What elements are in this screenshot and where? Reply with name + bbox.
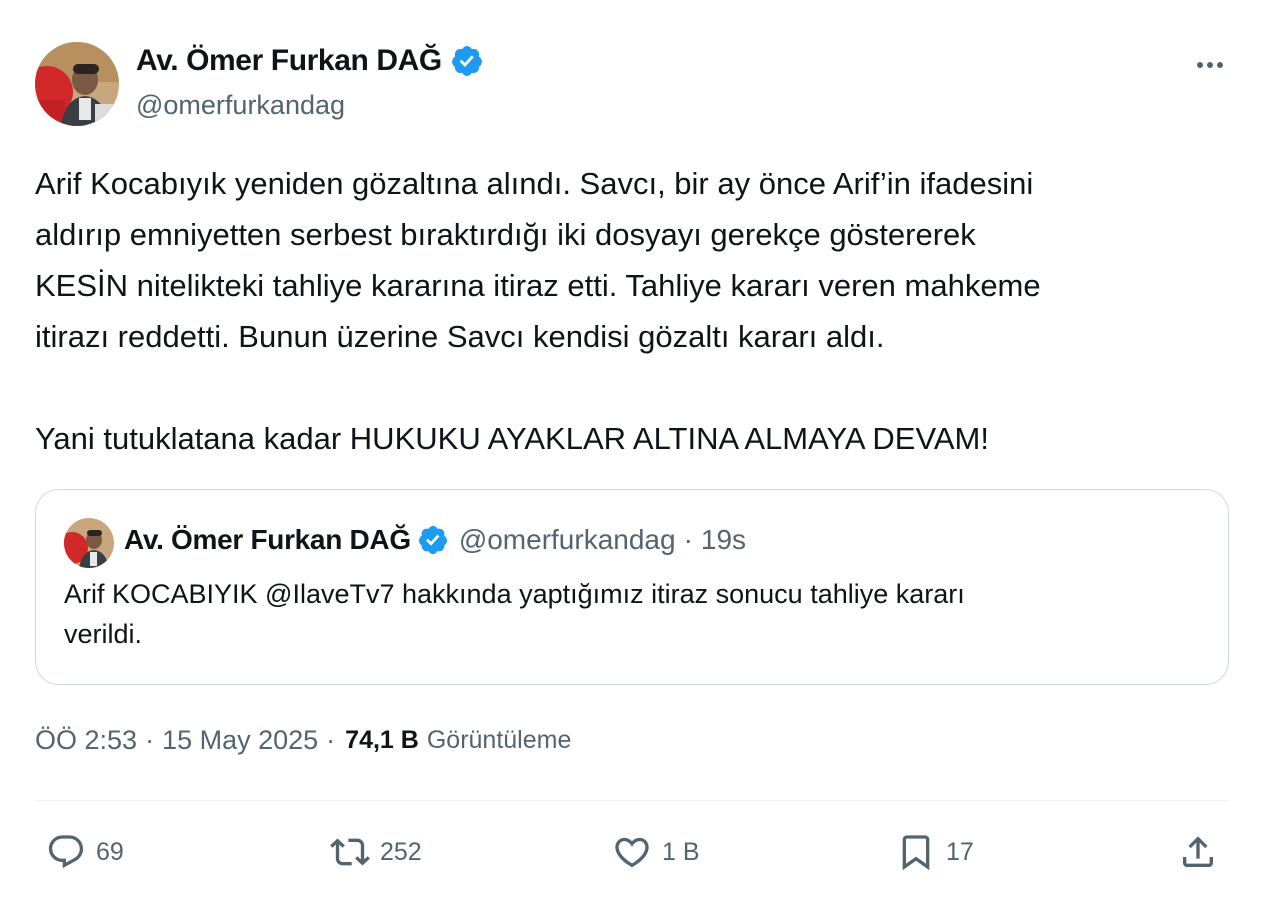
action-bar: 69 252 1 B 17 (0, 826, 1280, 878)
quoted-author-handle: @omerfurkandag (458, 524, 676, 555)
tweet-date[interactable]: 15 May 2025 (162, 725, 318, 756)
quoted-tweet[interactable]: Av. Ömer Furkan DAĞ @omerfurkandag · 19s… (35, 489, 1229, 685)
meta-separator: · (326, 725, 336, 755)
reply-button[interactable]: 69 (46, 826, 124, 878)
more-dot (1217, 62, 1223, 68)
tweet-line: Arif Kocabıyık yeniden gözaltına alındı.… (35, 166, 1034, 201)
quoted-separator: · (683, 524, 693, 555)
bookmark-button[interactable]: 17 (896, 826, 974, 878)
author-name[interactable]: Av. Ömer Furkan DAĞ (136, 44, 484, 78)
repost-button[interactable]: 252 (330, 826, 422, 878)
bookmark-count: 17 (946, 837, 974, 866)
quoted-text: Arif KOCABIYIK @IlaveTv7 hakkında yaptığ… (64, 574, 1204, 654)
bookmark-icon (902, 835, 930, 871)
tweet-line: KESİN nitelikteki tahliye kararına itira… (35, 268, 1041, 303)
quoted-author-name: Av. Ömer Furkan DAĞ (124, 524, 411, 555)
reply-count: 69 (96, 837, 124, 866)
more-dot (1207, 62, 1213, 68)
reply-icon (48, 835, 84, 869)
repost-count: 252 (380, 837, 422, 866)
quoted-line: verildi. (64, 619, 143, 649)
meta-separator: · (145, 725, 155, 755)
verified-badge-icon (451, 46, 482, 76)
quoted-author-avatar (64, 518, 114, 568)
heart-icon (615, 837, 649, 868)
quoted-line: Arif KOCABIYIK @IlaveTv7 hakkında yaptığ… (64, 579, 965, 609)
like-count: 1 B (662, 837, 700, 866)
repost-icon (330, 838, 370, 866)
verified-badge-icon (418, 526, 447, 554)
views-label[interactable]: Görüntüleme (427, 726, 572, 755)
avatar-photo (35, 42, 119, 126)
quoted-time: 19s (700, 524, 747, 555)
divider (35, 800, 1229, 801)
like-button[interactable]: 1 B (612, 826, 700, 878)
author-handle[interactable]: @omerfurkandag (136, 90, 345, 121)
more-options-button[interactable] (1190, 50, 1230, 80)
share-button[interactable] (1178, 826, 1218, 878)
quoted-avatar-photo (64, 518, 114, 568)
author-name-text: Av. Ömer Furkan DAĞ (136, 44, 442, 77)
tweet-time[interactable]: ÖÖ 2:53 (35, 725, 137, 756)
views-count[interactable]: 74,1 B (345, 726, 419, 755)
share-icon (1183, 836, 1213, 867)
tweet-line: itirazı reddetti. Bunun üzerine Savcı ke… (35, 319, 885, 354)
more-horizontal-icon (1197, 62, 1203, 68)
tweet-line: Yani tutuklatana kadar HUKUKU AYAKLAR AL… (35, 421, 989, 456)
tweet-meta: ÖÖ 2:53 · 15 May 2025 · 74,1 B Görüntüle… (35, 725, 571, 756)
quoted-header: Av. Ömer Furkan DAĞ @omerfurkandag · 19s (124, 524, 746, 556)
author-avatar[interactable] (35, 42, 119, 126)
tweet-line: aldırıp emniyetten serbest bıraktırdığı … (35, 217, 976, 252)
tweet-text: Arif Kocabıyık yeniden gözaltına alındı.… (35, 158, 1245, 464)
